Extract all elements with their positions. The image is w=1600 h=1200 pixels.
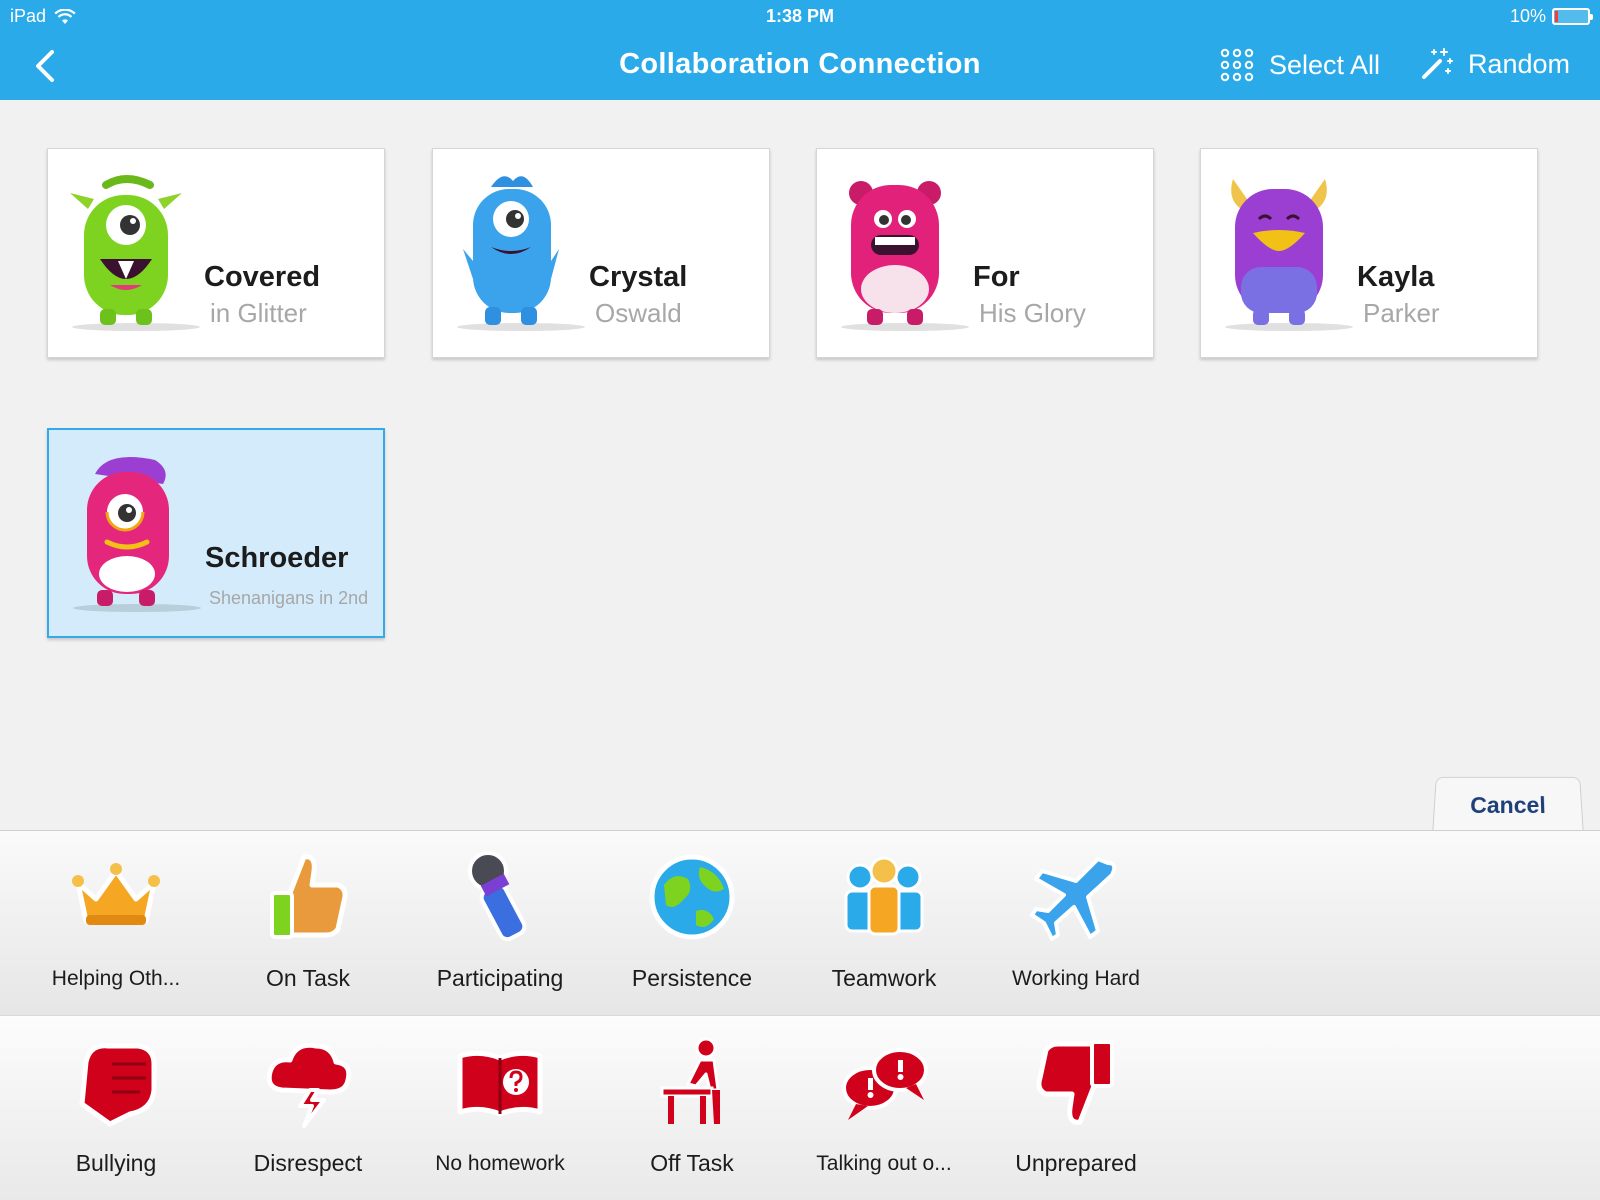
purple-monster-avatar — [1231, 179, 1327, 325]
skill-label: Helping Oth... — [51, 967, 181, 990]
status-bar: iPad 1:38 PM 10% — [0, 0, 1600, 32]
negative-skills-row: Bullying Disrespect No homework Off Task… — [0, 1015, 1600, 1200]
skill-bullying[interactable]: Bullying — [20, 1016, 212, 1200]
battery-icon — [1552, 8, 1593, 25]
skill-label: On Task — [266, 965, 350, 991]
skill-unprepared[interactable]: Unprepared — [980, 1016, 1172, 1200]
skill-working-hard[interactable]: Working Hard — [980, 831, 1172, 1016]
student-card[interactable]: Crystal Oswald — [432, 148, 770, 358]
skill-label: Disrespect — [253, 1150, 363, 1176]
status-time: 1:38 PM — [765, 6, 835, 26]
skill-talking-out[interactable]: Talking out o... — [788, 1016, 980, 1200]
student-grid: Covered in Glitter Crystal Oswald For Hi… — [0, 100, 1600, 830]
skill-disrespect[interactable]: Disrespect — [212, 1016, 404, 1200]
random-label: Random — [1467, 48, 1570, 79]
crown-icon — [72, 863, 160, 925]
grid-dots-icon — [1220, 48, 1254, 82]
pink-cyclops-avatar — [87, 457, 169, 606]
skill-teamwork[interactable]: Teamwork — [788, 831, 980, 1016]
top-bar: iPad 1:38 PM 10% Collaboration Connectio… — [0, 0, 1600, 100]
cancel-label: Cancel — [1469, 792, 1547, 819]
student-card-selected[interactable]: Schroeder Shenanigans in 2nd — [47, 428, 385, 638]
microphone-icon — [468, 851, 527, 942]
skill-label: Bullying — [75, 1150, 157, 1176]
skill-label: Participating — [436, 965, 564, 991]
thumbs-up-icon — [270, 854, 348, 939]
skill-no-homework[interactable]: No homework — [404, 1016, 596, 1200]
blue-monster-avatar — [463, 176, 559, 325]
student-first-name: Kayla — [1357, 261, 1435, 293]
cancel-button[interactable]: Cancel — [1432, 776, 1584, 835]
desk-person-icon — [660, 1037, 720, 1124]
nav-bar: Collaboration Connection Select All Rand… — [0, 36, 1600, 96]
skill-persistence[interactable]: Persistence — [596, 831, 788, 1016]
status-right: 10% — [1509, 6, 1593, 27]
team-icon — [844, 856, 924, 936]
student-first-name: Schroeder — [205, 542, 349, 574]
storm-cloud-icon — [266, 1042, 352, 1128]
student-card[interactable]: Covered in Glitter — [47, 148, 385, 358]
select-all-label: Select All — [1268, 49, 1380, 80]
pink-monster-avatar — [849, 181, 941, 325]
positive-skills-row: Helping Oth... On Task Participating Per… — [0, 831, 1600, 1016]
student-first-name: For — [973, 261, 1020, 293]
skill-label: Teamwork — [831, 965, 937, 991]
student-last-name: in Glitter — [210, 298, 307, 328]
skill-off-task[interactable]: Off Task — [596, 1016, 788, 1200]
skill-label: Talking out o... — [816, 1152, 952, 1175]
skill-on-task[interactable]: On Task — [212, 831, 404, 1016]
fist-icon — [79, 1043, 157, 1127]
skill-label: Off Task — [650, 1150, 734, 1176]
skill-label: No homework — [435, 1152, 565, 1175]
globe-icon — [649, 854, 735, 940]
magic-wand-icon — [1421, 48, 1453, 79]
student-first-name: Covered — [204, 261, 321, 293]
skill-label: Working Hard — [1012, 967, 1140, 990]
student-last-name: Oswald — [595, 298, 682, 328]
student-first-name: Crystal — [589, 261, 688, 293]
student-card[interactable]: For His Glory — [816, 148, 1154, 358]
speech-bubbles-icon — [842, 1048, 928, 1120]
behavior-tray: Helping Oth... On Task Participating Per… — [0, 830, 1600, 1200]
thumbs-down-icon — [1036, 1040, 1114, 1125]
student-last-name: Shenanigans in 2nd — [209, 588, 369, 608]
skill-participating[interactable]: Participating — [404, 831, 596, 1016]
skill-helping-others[interactable]: Helping Oth... — [20, 831, 212, 1016]
battery-percent: 10% — [1509, 6, 1546, 26]
question-book-icon — [457, 1050, 543, 1117]
skill-label: Unprepared — [1015, 1150, 1137, 1176]
select-all-button[interactable]: Select All — [1219, 47, 1380, 83]
random-button[interactable]: Random — [1420, 47, 1570, 81]
green-monster-avatar — [70, 175, 182, 325]
skill-label: Persistence — [631, 965, 753, 991]
student-last-name: His Glory — [979, 298, 1086, 328]
student-card[interactable]: Kayla Parker — [1200, 148, 1538, 358]
airplane-icon — [1030, 857, 1117, 941]
student-last-name: Parker — [1363, 298, 1440, 328]
